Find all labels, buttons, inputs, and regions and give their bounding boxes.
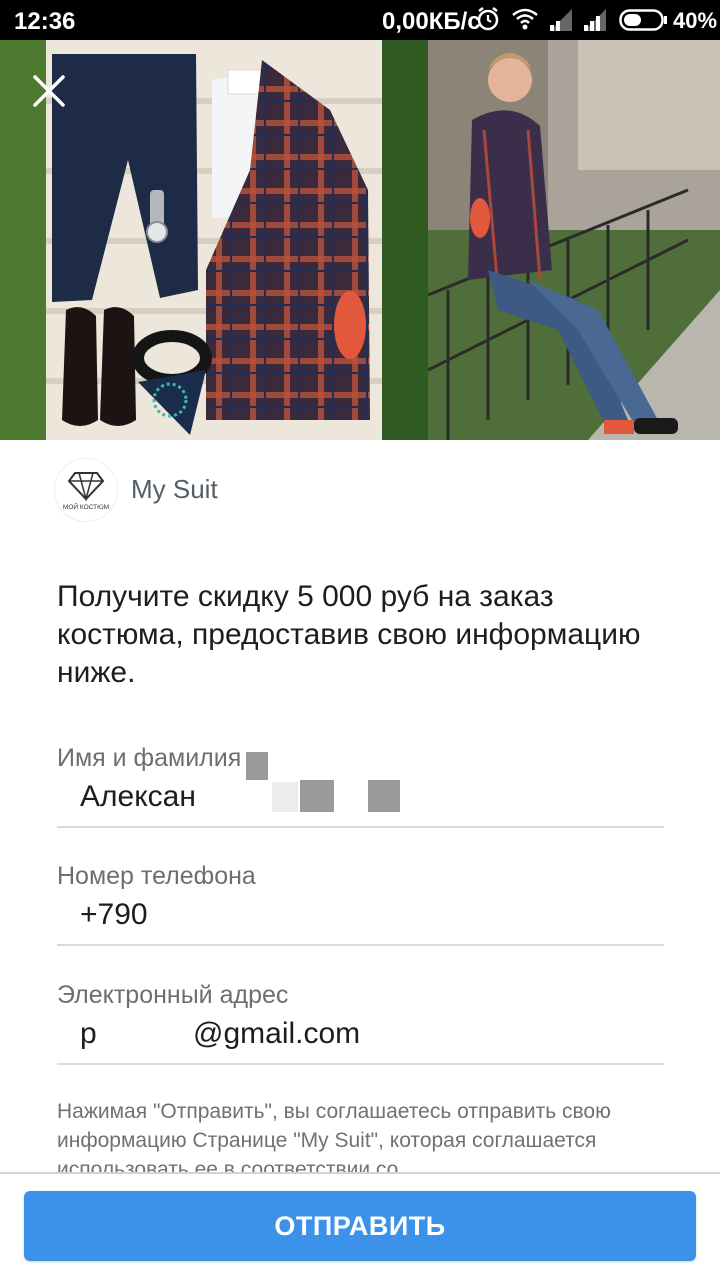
- phone-field[interactable]: +790: [80, 898, 148, 932]
- redaction: [246, 752, 268, 780]
- network-speed: 0,00КБ/с: [382, 8, 481, 35]
- email-field-underline: [57, 1063, 664, 1065]
- email-field-label: Электронный адрес: [57, 981, 289, 1009]
- status-bar: 12:36 0,00КБ/с 40%: [0, 0, 720, 40]
- alarm-icon: [476, 6, 500, 39]
- redaction: [300, 780, 334, 812]
- ad-headline: Получите скидку 5 000 руб на заказ костю…: [57, 580, 641, 689]
- privacy-disclaimer: Нажимая "Отправить", вы соглашаетесь отп…: [57, 1100, 611, 1175]
- advertiser-logo: МОЙ КОСТЮМ: [54, 458, 118, 522]
- status-time: 12:36: [14, 8, 76, 35]
- ad-hero-images: [0, 40, 720, 440]
- battery-icon: [619, 9, 667, 38]
- close-button[interactable]: [26, 68, 72, 114]
- submit-button[interactable]: ОТПРАВИТЬ: [24, 1191, 696, 1261]
- advertiser-name: My Suit: [131, 474, 218, 504]
- redaction: [272, 782, 298, 812]
- model-photo-image: [428, 40, 720, 440]
- email-field-prefix[interactable]: p: [80, 1017, 97, 1051]
- redaction: [368, 780, 400, 812]
- phone-field-underline: [57, 944, 664, 946]
- logo-text: МОЙ КОСТЮМ: [63, 502, 109, 511]
- name-field[interactable]: Алексан: [80, 780, 196, 814]
- redaction: [150, 884, 300, 908]
- name-field-label: Имя и фамилия: [57, 744, 242, 772]
- signal-icon: [582, 9, 608, 38]
- name-field-underline: [57, 826, 664, 828]
- wifi-icon: [511, 8, 539, 37]
- signal-icon: [548, 9, 574, 38]
- email-field[interactable]: @gmail.com: [193, 1017, 360, 1051]
- close-icon: [33, 75, 65, 107]
- battery-percent: 40%: [673, 8, 718, 33]
